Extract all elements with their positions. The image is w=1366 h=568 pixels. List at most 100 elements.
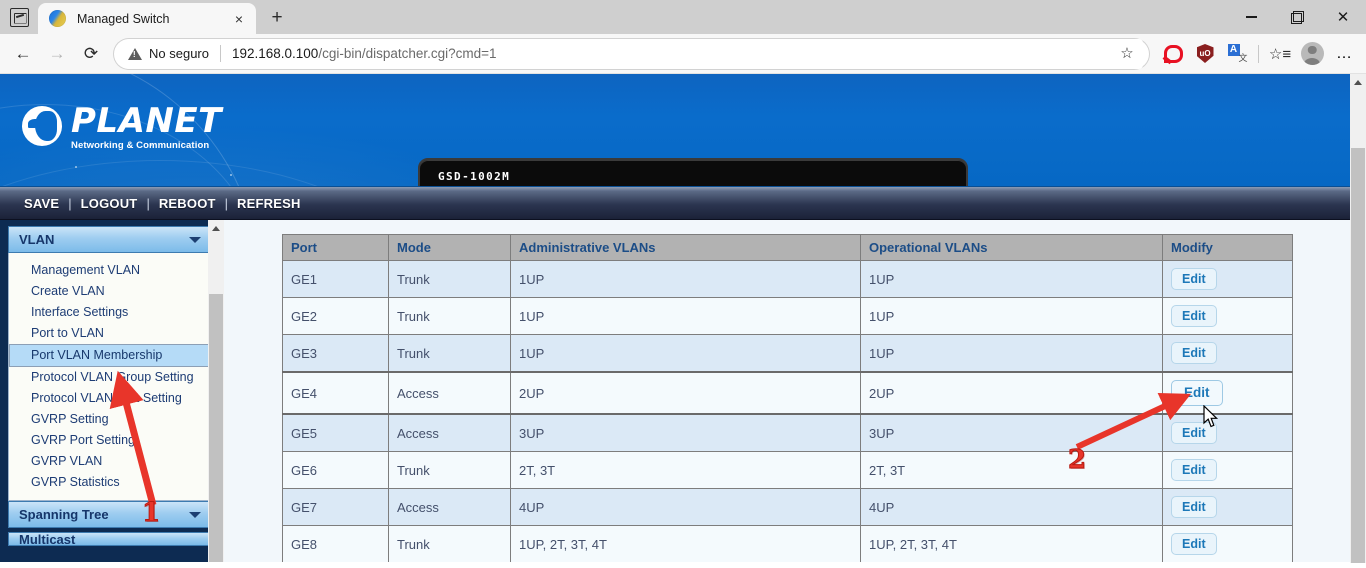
sidebar-item-gvrp-vlan[interactable]: GVRP VLAN bbox=[9, 451, 209, 472]
tab-search-icon bbox=[9, 7, 29, 27]
administrative-vlans-cell: 4UP bbox=[510, 488, 861, 526]
globe-arc-decoration bbox=[0, 160, 440, 186]
tab-search-button[interactable] bbox=[0, 0, 38, 34]
sidebar-item-gvrp-setting[interactable]: GVRP Setting bbox=[9, 409, 209, 430]
edit-button[interactable]: Edit bbox=[1171, 268, 1217, 290]
operational-vlans-cell: 1UP, 2T, 3T, 4T bbox=[860, 525, 1163, 562]
close-icon[interactable]: × bbox=[228, 8, 250, 30]
sidebar-item-port-vlan-membership[interactable]: Port VLAN Membership bbox=[9, 344, 209, 367]
scroll-up-icon[interactable] bbox=[208, 220, 224, 237]
edit-button[interactable]: Edit bbox=[1171, 380, 1223, 406]
sidebar-item-create-vlan[interactable]: Create VLAN bbox=[9, 281, 209, 302]
extension-icons: uO ☆≡ … bbox=[1157, 39, 1360, 69]
sidebar-group-vlan[interactable]: VLAN bbox=[8, 226, 210, 253]
translate-icon[interactable] bbox=[1221, 39, 1253, 69]
table-row: GE8 Trunk 1UP, 2T, 3T, 4T 1UP, 2T, 3T, 4T Ed… bbox=[282, 525, 1293, 562]
menu-item-save[interactable]: SAVE bbox=[24, 196, 59, 211]
collections-icon[interactable]: ☆≡ bbox=[1264, 39, 1296, 69]
minimize-button[interactable] bbox=[1228, 0, 1274, 34]
close-window-button[interactable]: ✕ bbox=[1320, 0, 1366, 34]
browser-tab[interactable]: Managed Switch × bbox=[38, 3, 256, 34]
menu-separator: | bbox=[68, 195, 72, 211]
url-host: 192.168.0.100 bbox=[231, 46, 319, 61]
profile-avatar-icon[interactable] bbox=[1296, 39, 1328, 69]
security-warning[interactable]: No seguro bbox=[128, 46, 209, 61]
spark-decoration bbox=[75, 166, 77, 168]
back-button[interactable]: ← bbox=[6, 39, 40, 69]
reload-button[interactable]: ⟳ bbox=[74, 39, 108, 69]
table-body: GE1 Trunk 1UP 1UP Edit GE2 Trunk 1UP 1UP Edit GE3 T… bbox=[282, 260, 1293, 562]
operational-vlans-cell: 4UP bbox=[860, 488, 1163, 526]
site-menubar: SAVE | LOGOUT | REBOOT | REFRESH bbox=[0, 187, 1350, 220]
ublock-origin-icon[interactable]: uO bbox=[1189, 39, 1221, 69]
operational-vlans-cell: 1UP bbox=[860, 260, 1163, 298]
pin-extension-icon[interactable] bbox=[1157, 39, 1189, 69]
operational-vlans-cell: 1UP bbox=[860, 334, 1163, 373]
edit-button[interactable]: Edit bbox=[1171, 305, 1217, 327]
url-input[interactable]: 192.168.0.100/cgi-bin/dispatcher.cgi?cmd… bbox=[232, 46, 1111, 61]
port-cell: GE5 bbox=[282, 413, 389, 452]
modify-cell: Edit bbox=[1162, 525, 1293, 562]
modify-cell: Edit bbox=[1162, 371, 1293, 415]
sidebar-item-port-to-vlan[interactable]: Port to VLAN bbox=[9, 323, 209, 344]
page-scrollbar[interactable] bbox=[1350, 74, 1366, 563]
forward-button[interactable]: → bbox=[40, 39, 74, 69]
toolbar-divider bbox=[1258, 44, 1259, 63]
administrative-vlans-cell: 1UP bbox=[510, 334, 861, 373]
administrative-vlans-cell: 3UP bbox=[510, 413, 861, 452]
site-banner: PLANET Networking & Communication GSD-10… bbox=[0, 74, 1350, 187]
column-header-operational-vlans: Operational VLANs bbox=[860, 234, 1163, 261]
device-model-label: GSD-1002M bbox=[438, 170, 511, 183]
chevron-down-icon bbox=[189, 511, 201, 518]
menu-item-logout[interactable]: LOGOUT bbox=[81, 196, 138, 211]
table-row: GE7 Access 4UP 4UP Edit bbox=[282, 488, 1293, 526]
window-controls: ✕ bbox=[1228, 0, 1366, 34]
sidebar-group-multicast[interactable]: Multicast bbox=[8, 532, 210, 546]
address-bar[interactable]: No seguro 192.168.0.100/cgi-bin/dispatch… bbox=[114, 38, 1149, 69]
operational-vlans-cell: 1UP bbox=[860, 297, 1163, 335]
menu-item-refresh[interactable]: REFRESH bbox=[237, 196, 301, 211]
administrative-vlans-cell: 1UP, 2T, 3T, 4T bbox=[510, 525, 861, 562]
sidebar-item-protocol-vlan-port-setting[interactable]: Protocol VLAN Port Setting bbox=[9, 388, 209, 409]
page-body: VLAN Management VLAN Create VLAN Interface… bbox=[0, 220, 1350, 562]
sidebar-item-gvrp-statistics[interactable]: GVRP Statistics bbox=[9, 472, 209, 493]
url-divider bbox=[219, 45, 221, 62]
sidebar-item-gvrp-port-setting[interactable]: GVRP Port Setting bbox=[9, 430, 209, 451]
modify-cell: Edit bbox=[1162, 451, 1293, 489]
brand-tagline: Networking & Communication bbox=[71, 140, 210, 151]
sidebar-group-title: Spanning Tree bbox=[19, 507, 109, 522]
page-viewport: PLANET Networking & Communication GSD-10… bbox=[0, 74, 1366, 563]
restore-button[interactable] bbox=[1274, 0, 1320, 34]
operational-vlans-cell: 3UP bbox=[860, 413, 1163, 452]
settings-more-icon[interactable]: … bbox=[1328, 39, 1360, 69]
port-cell: GE6 bbox=[282, 451, 389, 489]
sidebar-group-spanning-tree[interactable]: Spanning Tree bbox=[8, 501, 210, 528]
column-header-mode: Mode bbox=[388, 234, 511, 261]
sidebar-scrollbar[interactable] bbox=[208, 220, 224, 562]
browser-tab-strip: Managed Switch × + ✕ bbox=[0, 0, 1366, 34]
scrollbar-thumb[interactable] bbox=[209, 294, 223, 562]
edit-button[interactable]: Edit bbox=[1171, 533, 1217, 555]
browser-toolbar: ← → ⟳ No seguro 192.168.0.100/cgi-bin/di… bbox=[0, 34, 1366, 74]
operational-vlans-cell: 2T, 3T bbox=[860, 451, 1163, 489]
scroll-up-icon[interactable] bbox=[1350, 74, 1366, 91]
port-cell: GE7 bbox=[282, 488, 389, 526]
mode-cell: Trunk bbox=[388, 260, 511, 298]
edit-button[interactable]: Edit bbox=[1171, 496, 1217, 518]
sidebar-group-title: VLAN bbox=[19, 232, 55, 247]
edit-button[interactable]: Edit bbox=[1171, 342, 1217, 364]
administrative-vlans-cell: 2T, 3T bbox=[510, 451, 861, 489]
table-row: GE2 Trunk 1UP 1UP Edit bbox=[282, 297, 1293, 335]
menu-item-reboot[interactable]: REBOOT bbox=[159, 196, 216, 211]
add-favorite-icon[interactable]: ☆ bbox=[1111, 38, 1143, 69]
scrollbar-thumb[interactable] bbox=[1351, 148, 1365, 563]
administrative-vlans-cell: 1UP bbox=[510, 260, 861, 298]
sidebar-item-management-vlan[interactable]: Management VLAN bbox=[9, 260, 209, 281]
sidebar-item-interface-settings[interactable]: Interface Settings bbox=[9, 302, 209, 323]
mouse-cursor bbox=[1203, 405, 1219, 428]
sidebar-item-protocol-vlan-group-setting[interactable]: Protocol VLAN Group Setting bbox=[9, 367, 209, 388]
new-tab-button[interactable]: + bbox=[262, 3, 292, 33]
edit-button[interactable]: Edit bbox=[1171, 459, 1217, 481]
modify-cell: Edit bbox=[1162, 260, 1293, 298]
menu-separator: | bbox=[224, 195, 229, 211]
